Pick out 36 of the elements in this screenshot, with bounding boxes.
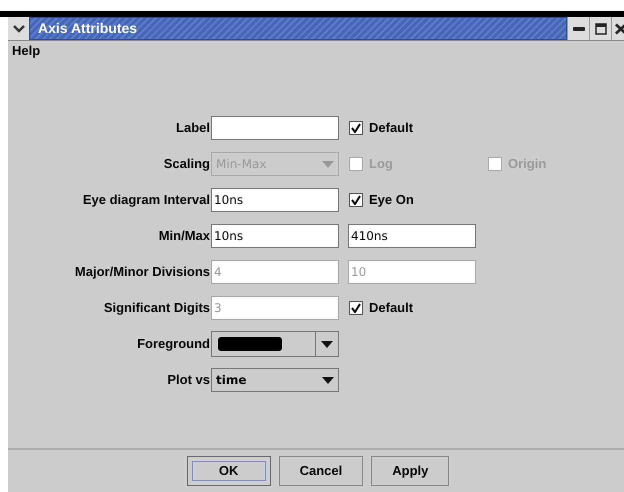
close-button[interactable]	[611, 17, 624, 40]
dropdown-arrow-icon	[321, 340, 333, 348]
color-dropdown[interactable]	[211, 331, 339, 357]
dialog-button[interactable]: OK	[186, 456, 271, 486]
dropdown-arrow-icon	[322, 376, 334, 384]
checkbox-label: Default	[369, 299, 414, 318]
field-label: Scaling	[164, 155, 210, 174]
maximize-icon	[594, 22, 606, 34]
field-label: Significant Digits	[104, 299, 210, 318]
minimize-button[interactable]	[567, 17, 589, 40]
minimize-icon	[572, 26, 584, 30]
checkbox[interactable]	[349, 301, 363, 315]
text-field[interactable]	[211, 116, 339, 140]
text-field[interactable]: 10ns	[211, 224, 339, 248]
dialog-button[interactable]: Cancel	[278, 456, 364, 486]
text-field[interactable]: 10ns	[211, 188, 339, 212]
maximize-button[interactable]	[589, 17, 611, 40]
field-label: Plot vs	[167, 371, 210, 390]
field-label: Eye diagram Interval	[82, 191, 210, 210]
text-field[interactable]: 410ns	[348, 224, 476, 248]
window-menu-button[interactable]	[8, 17, 29, 40]
window-title: Axis Attributes	[38, 19, 138, 38]
close-icon	[615, 22, 624, 34]
dropdown[interactable]: time	[211, 368, 339, 392]
checkbox-label: Eye On	[369, 191, 414, 210]
checkbox-label: Default	[369, 119, 414, 138]
field-label: Foreground	[137, 335, 210, 354]
dropdown-arrow-icon	[322, 160, 334, 168]
dialog-button[interactable]: Apply	[371, 456, 450, 486]
checkbox[interactable]	[349, 121, 363, 135]
field-label: Label	[176, 119, 210, 138]
field-label: Min/Max	[158, 227, 210, 246]
checkbox[interactable]	[349, 193, 363, 207]
menu-item[interactable]: Help	[12, 40, 40, 60]
field-label: Major/Minor Divisions	[74, 263, 210, 282]
chevron-down-icon	[12, 24, 24, 32]
